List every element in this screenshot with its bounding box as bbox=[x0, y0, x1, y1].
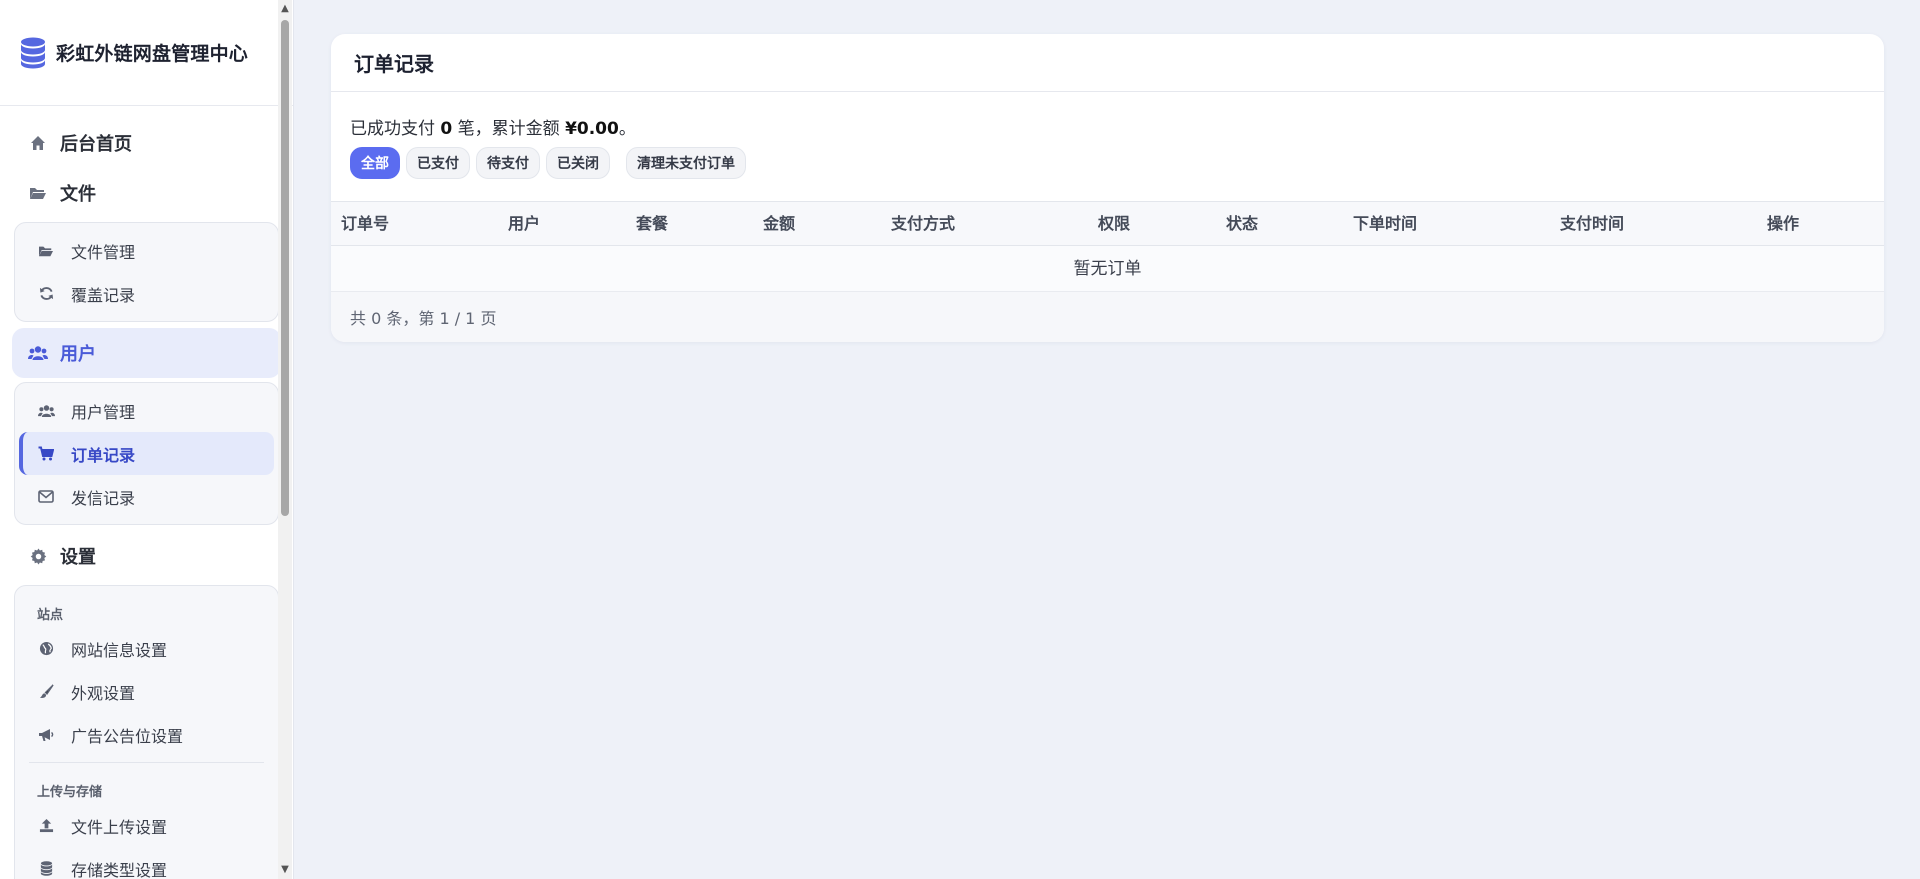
sidebar-item-site-info[interactable]: 网站信息设置 bbox=[19, 627, 274, 670]
globe-icon bbox=[37, 640, 55, 658]
database-logo-icon bbox=[21, 37, 45, 68]
envelope-icon bbox=[37, 488, 55, 506]
column-header-order-time[interactable]: 下单时间 bbox=[1353, 202, 1417, 246]
scroll-thumb[interactable] bbox=[281, 20, 289, 516]
page-title: 订单记录 bbox=[331, 34, 1884, 92]
clear-unpaid-orders-button[interactable]: 清理未支付订单 bbox=[626, 147, 746, 179]
sidebar-item-label: 文件上传设置 bbox=[71, 817, 168, 837]
sidebar-item-file-management[interactable]: 文件管理 bbox=[19, 229, 274, 272]
sidebar-scrollbar[interactable]: ▲ ▼ bbox=[278, 0, 292, 879]
sidebar-item-mail-records[interactable]: 发信记录 bbox=[19, 475, 274, 518]
summary-middle: 笔，累计金额 bbox=[452, 119, 566, 139]
filter-closed-button[interactable]: 已关闭 bbox=[546, 147, 610, 179]
sidebar-item-storage-type[interactable]: 存储类型设置 bbox=[19, 847, 274, 879]
folder-open-icon bbox=[28, 183, 48, 203]
nav-home[interactable]: 后台首页 bbox=[12, 118, 281, 168]
database-icon bbox=[37, 860, 55, 878]
refresh-icon bbox=[37, 285, 55, 303]
summary-suffix: 。 bbox=[618, 119, 636, 139]
megaphone-icon bbox=[37, 726, 55, 744]
section-site: 站点 bbox=[37, 608, 64, 623]
scroll-down-arrow-icon[interactable]: ▼ bbox=[280, 865, 290, 875]
pagination-info: 共 0 条，第 1 / 1 页 bbox=[331, 292, 1884, 342]
orders-card: 订单记录 已成功支付 0 笔，累计金额 ¥0.00。 全部 已支付 待支付 已关… bbox=[331, 34, 1884, 342]
column-header-permission[interactable]: 权限 bbox=[1098, 202, 1130, 246]
nav-group-settings-label: 设置 bbox=[60, 547, 96, 568]
sidebar-item-user-management[interactable]: 用户管理 bbox=[19, 389, 274, 432]
table-header: 订单号 用户 套餐 金额 支付方式 权限 状态 下单时间 支付时间 操作 bbox=[331, 201, 1884, 246]
app-title: 彩虹外链网盘管理中心 bbox=[56, 43, 249, 65]
filter-paid-button[interactable]: 已支付 bbox=[406, 147, 470, 179]
column-header-pay-time[interactable]: 支付时间 bbox=[1560, 202, 1624, 246]
upload-icon bbox=[37, 817, 55, 835]
divider bbox=[29, 762, 264, 763]
orders-table: 订单号 用户 套餐 金额 支付方式 权限 状态 下单时间 支付时间 操作 暂无订… bbox=[331, 201, 1884, 342]
users-icon bbox=[28, 343, 48, 363]
files-subpanel: 文件管理 覆盖记录 bbox=[14, 222, 279, 322]
gear-icon bbox=[28, 546, 48, 566]
brand[interactable]: 彩虹外链网盘管理中心 bbox=[0, 0, 293, 106]
sidebar-item-label: 文件管理 bbox=[71, 242, 136, 262]
sidebar-item-label: 用户管理 bbox=[71, 402, 136, 422]
section-storage: 上传与存储 bbox=[37, 785, 103, 800]
sidebar-item-label: 广告公告位设置 bbox=[71, 726, 184, 746]
nav-group-settings[interactable]: 设置 bbox=[12, 531, 281, 581]
sidebar-nav: 后台首页 文件 文件管理 覆盖记录 用户 用户管理 订单记录 发信记录 设置 站… bbox=[0, 106, 293, 879]
settings-subpanel: 站点 网站信息设置 外观设置 广告公告位设置 上传与存储 文件上传设置 存储类型… bbox=[14, 585, 279, 879]
scroll-up-arrow-icon[interactable]: ▲ bbox=[280, 4, 290, 14]
column-header-actions: 操作 bbox=[1767, 214, 1800, 233]
summary-prefix: 已成功支付 bbox=[350, 119, 441, 139]
nav-group-files-label: 文件 bbox=[60, 184, 96, 205]
cart-icon bbox=[37, 445, 55, 463]
payment-summary: 已成功支付 0 笔，累计金额 ¥0.00。 bbox=[331, 92, 1884, 146]
summary-amount: ¥0.00 bbox=[565, 119, 619, 139]
users-icon bbox=[37, 402, 55, 420]
column-header-amount[interactable]: 金额 bbox=[763, 202, 795, 246]
sidebar-item-upload-settings[interactable]: 文件上传设置 bbox=[19, 804, 274, 847]
column-header-user[interactable]: 用户 bbox=[508, 202, 540, 246]
column-header-plan[interactable]: 套餐 bbox=[636, 202, 668, 246]
nav-home-label: 后台首页 bbox=[60, 134, 132, 155]
sidebar-item-appearance[interactable]: 外观设置 bbox=[19, 670, 274, 713]
sidebar-item-order-records[interactable]: 订单记录 bbox=[19, 432, 274, 475]
sidebar-item-ad-settings[interactable]: 广告公告位设置 bbox=[19, 713, 274, 756]
sidebar-item-label: 发信记录 bbox=[71, 488, 136, 508]
nav-group-users[interactable]: 用户 bbox=[12, 328, 281, 378]
sidebar-item-label: 订单记录 bbox=[71, 445, 136, 465]
column-header-order-id[interactable]: 订单号 bbox=[341, 202, 389, 246]
column-header-status[interactable]: 状态 bbox=[1226, 202, 1258, 246]
order-filters: 全部 已支付 待支付 已关闭 清理未支付订单 bbox=[331, 146, 1884, 180]
column-header-payment-method[interactable]: 支付方式 bbox=[891, 202, 955, 246]
nav-group-users-label: 用户 bbox=[60, 344, 96, 365]
users-subpanel: 用户管理 订单记录 发信记录 bbox=[14, 382, 279, 525]
home-icon bbox=[28, 133, 48, 153]
filter-pending-button[interactable]: 待支付 bbox=[476, 147, 540, 179]
summary-count: 0 bbox=[440, 119, 453, 139]
sidebar-item-label: 外观设置 bbox=[71, 683, 136, 703]
sidebar-item-overwrite-records[interactable]: 覆盖记录 bbox=[19, 272, 274, 315]
sidebar-item-label: 网站信息设置 bbox=[71, 640, 168, 660]
sidebar: 彩虹外链网盘管理中心 后台首页 文件 文件管理 覆盖记录 用户 用户管理 订单记… bbox=[0, 0, 294, 879]
filter-all-button[interactable]: 全部 bbox=[350, 147, 400, 179]
folder-open-icon bbox=[37, 242, 55, 260]
sidebar-item-label: 存储类型设置 bbox=[71, 860, 168, 879]
nav-group-files[interactable]: 文件 bbox=[12, 168, 281, 218]
empty-table-message: 暂无订单 bbox=[331, 246, 1884, 292]
brush-icon bbox=[37, 683, 55, 701]
sidebar-item-label: 覆盖记录 bbox=[71, 285, 136, 305]
